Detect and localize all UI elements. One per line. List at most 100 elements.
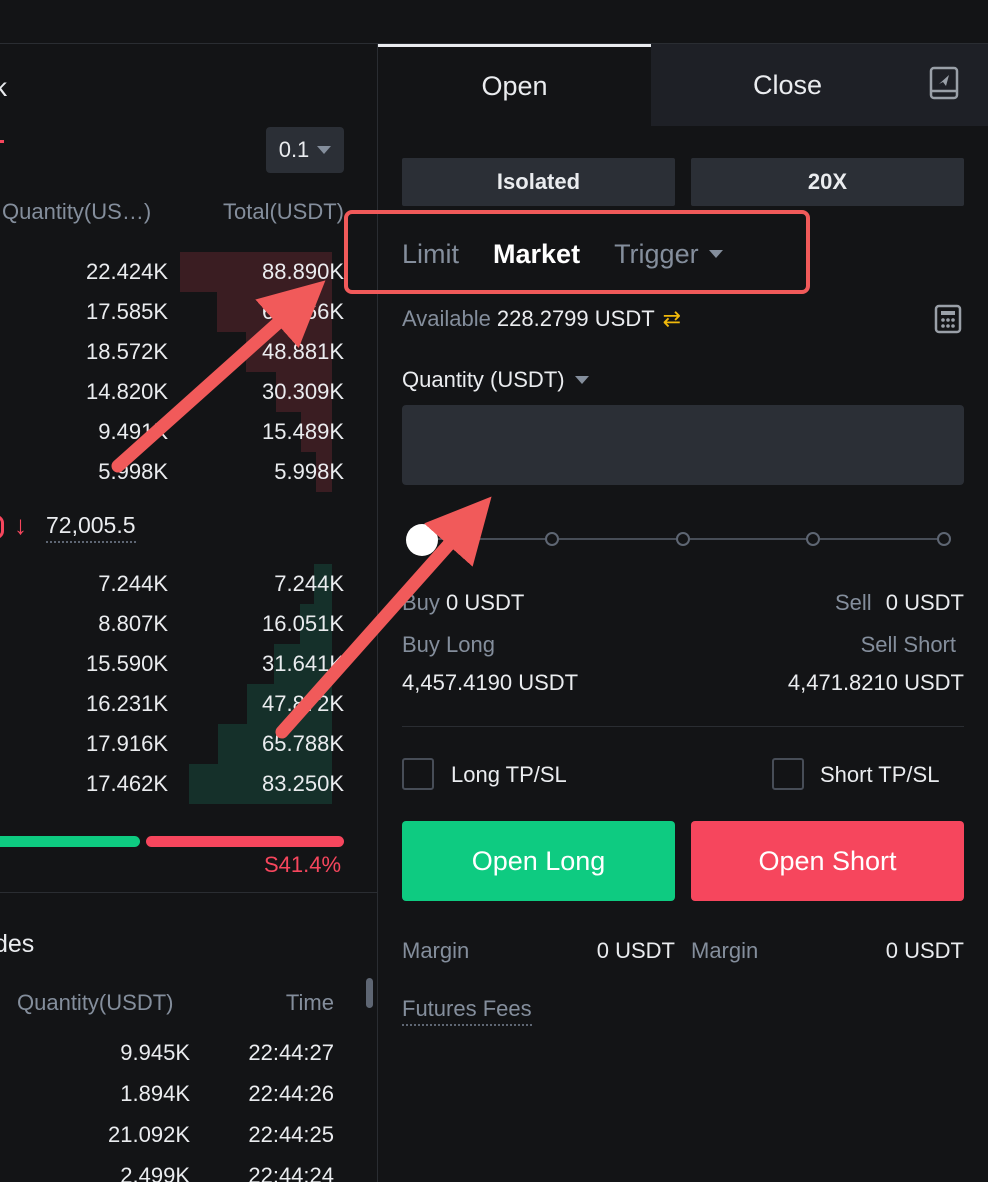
margin-mode-button[interactable]: Isolated [402, 158, 675, 206]
swap-icon[interactable]: ⇄ [663, 306, 681, 331]
orderbook-total: 31.641K [262, 651, 344, 676]
trade-time: 22:44:25 [248, 1122, 334, 1147]
divider [0, 892, 377, 893]
orderbook-quantity: 17.462K [86, 771, 168, 796]
caret-down-icon [574, 376, 589, 384]
quantity-label: Quantity (USDT) [402, 367, 565, 392]
buy-ratio-bar [0, 836, 140, 847]
orderbook-total: 16.051K [262, 611, 344, 636]
long-tpsl-checkbox[interactable] [402, 758, 434, 790]
trade-time: 22:44:24 [248, 1163, 334, 1182]
arrow-down-icon: ↓ [14, 510, 27, 540]
orderbook-mid-price[interactable]: 72,005.5 [46, 512, 136, 543]
orderbook-total: 7.244K [274, 571, 344, 596]
orderbook-total: 83.250K [262, 771, 344, 796]
short-tpsl-checkbox[interactable] [772, 758, 804, 790]
orderbook-total: 48.881K [262, 339, 344, 364]
mark-price-icon [0, 515, 4, 539]
orderbook-total: 15.489K [262, 419, 344, 444]
sell-label: Sell [834, 590, 872, 615]
orderbook-total: 5.998K [274, 459, 344, 484]
trade-quantity: 9.945K [120, 1040, 190, 1065]
orderbook-quantity: 7.244K [98, 571, 168, 596]
slider-mark-50[interactable] [676, 532, 690, 546]
slider-mark-100[interactable] [937, 532, 951, 546]
orderbook-quantity: 8.807K [98, 611, 168, 636]
orderbook-total: 65.788K [262, 731, 344, 756]
orderbook-row[interactable]: 17.916K 65.788K [0, 724, 344, 764]
orderbook-sell-indicator [0, 140, 4, 143]
open-short-button[interactable]: Open Short [691, 821, 964, 901]
orderbook-row[interactable]: 7.244K 7.244K [0, 564, 344, 604]
orderbook-quantity: 15.590K [86, 651, 168, 676]
margin-short-value: 0 USDT [885, 938, 964, 963]
buy-value: 0 USDT [446, 590, 525, 615]
leverage-button[interactable]: 20X [691, 158, 964, 206]
sell-short-value: 4,471.8210 USDT [787, 670, 964, 695]
orderbook-quantity: 9.491K [98, 419, 168, 444]
orderbook-col-quantity: Quantity(US…) [2, 199, 152, 224]
sell-ratio-label: S41.4% [264, 852, 342, 877]
top-bar [0, 0, 988, 44]
slider-mark-75[interactable] [806, 532, 820, 546]
slider-thumb[interactable] [406, 524, 438, 556]
orderbook-row[interactable]: 5.998K 5.998K [0, 452, 344, 492]
trades-col-quantity: Quantity(USDT) [17, 990, 174, 1015]
trades-title: des [0, 930, 35, 958]
trade-quantity: 2.499K [120, 1163, 190, 1182]
orderbook-total: 30.309K [262, 379, 344, 404]
tab-open[interactable]: Open [378, 44, 651, 126]
orderbook-quantity: 22.424K [86, 259, 168, 284]
margin-short-label: Margin [691, 938, 759, 963]
orderbook-quantity: 14.820K [86, 379, 168, 404]
tab-close-label: Close [753, 70, 823, 100]
orderbook-step-select[interactable]: 0.1 [266, 127, 344, 173]
trades-col-time: Time [285, 990, 334, 1015]
short-tpsl-label: Short TP/SL [820, 762, 940, 787]
long-tpsl-label: Long TP/SL [451, 762, 567, 787]
orderbook-quantity: 18.572K [86, 339, 168, 364]
quantity-input[interactable] [402, 405, 964, 485]
orderbook-row[interactable]: 18.572K 48.881K [0, 332, 344, 372]
margin-long-label: Margin [402, 938, 470, 963]
orderbook-row[interactable]: 9.491K 15.489K [0, 412, 344, 452]
orderbook-row[interactable]: 17.585K 66.466K [0, 292, 344, 332]
trade-quantity: 21.092K [108, 1122, 190, 1147]
orderbook-total: 88.890K [262, 259, 344, 284]
buy-long-value: 4,457.4190 USDT [402, 670, 579, 695]
orderbook-total: 66.466K [262, 299, 344, 324]
orderbook-title: k [0, 72, 7, 102]
sell-short-label: Sell Short [860, 632, 956, 657]
available-label: Available [402, 306, 491, 331]
orderbook-quantity: 17.916K [86, 731, 168, 756]
sell-ratio-bar [146, 836, 344, 847]
slider-mark-25[interactable] [545, 532, 559, 546]
orderbook-row[interactable]: 17.462K 83.250K [0, 764, 344, 804]
book-icon[interactable] [928, 66, 960, 100]
orderbook-step-value: 0.1 [278, 137, 310, 162]
futures-fees-link[interactable]: Futures Fees [402, 996, 532, 1026]
orderbook-row[interactable]: 8.807K 16.051K [0, 604, 344, 644]
orderbook-quantity: 17.585K [86, 299, 168, 324]
annotation-highlight-box [344, 210, 810, 294]
trade-time: 22:44:27 [248, 1040, 334, 1065]
orderbook-row[interactable]: 22.424K 88.890K [0, 252, 344, 292]
orderbook-quantity: 5.998K [98, 459, 168, 484]
margin-long-value: 0 USDT [596, 938, 675, 963]
orderbook-col-total: Total(USDT) [222, 199, 344, 224]
trades-scrollbar[interactable] [366, 978, 373, 1008]
orderbook-quantity: 16.231K [86, 691, 168, 716]
buy-long-label: Buy Long [402, 632, 495, 657]
buy-label: Buy [402, 590, 440, 615]
trade-quantity: 1.894K [120, 1081, 190, 1106]
orderbook-row[interactable]: 15.590K 31.641K [0, 644, 344, 684]
calculator-icon[interactable] [934, 304, 962, 334]
quantity-unit-select[interactable]: Quantity (USDT) [402, 367, 589, 393]
orderbook-row[interactable]: 16.231K 47.872K [0, 684, 344, 724]
trade-time: 22:44:26 [248, 1081, 334, 1106]
orderbook-row[interactable]: 14.820K 30.309K [0, 372, 344, 412]
divider [402, 726, 964, 727]
available-balance: Available 228.2799 USDT ⇄ [402, 306, 681, 332]
open-long-button[interactable]: Open Long [402, 821, 675, 901]
caret-down-icon [317, 146, 332, 154]
